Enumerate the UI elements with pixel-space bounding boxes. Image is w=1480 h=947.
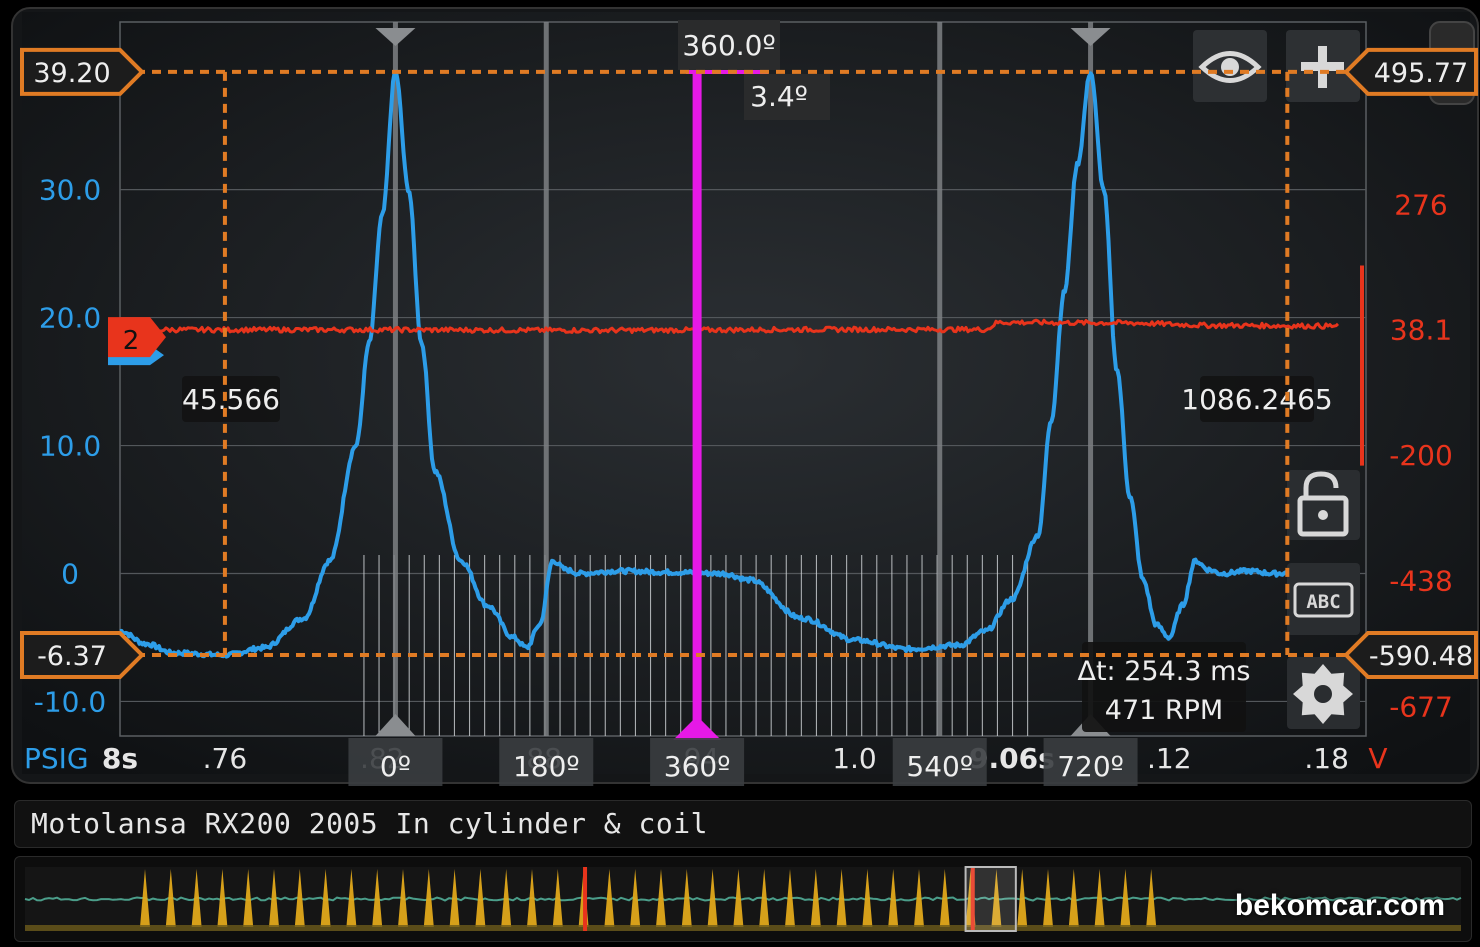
overview-window[interactable] <box>964 866 1017 932</box>
angle-marker-label: 720º <box>1057 750 1124 783</box>
angle-marker-label: 0º <box>380 750 411 783</box>
ruler-right-bottom-label: -590.48 <box>1369 641 1473 672</box>
trace-title-bar[interactable]: Motolansa RX200 2005 In cylinder & coil <box>14 800 1472 848</box>
left-axis-tick: -10.0 <box>34 685 106 718</box>
right-axis-unit: V <box>1368 742 1387 775</box>
angle-marker-label: 360º <box>664 750 731 783</box>
angle-marker-label: 540º <box>906 750 973 783</box>
x-axis-tick: .12 <box>1147 742 1192 775</box>
abc-label: ABC <box>1306 591 1340 613</box>
watermark: bekomcar.com <box>1234 889 1445 922</box>
gear-icon <box>1293 664 1353 724</box>
add-channel-button[interactable] <box>1286 30 1360 102</box>
ruler-left-top-label: 39.20 <box>33 58 110 89</box>
x-axis-tick: 1.0 <box>832 742 877 775</box>
ruler-right-bottom[interactable]: -590.48 <box>1343 631 1478 680</box>
ruler-right-top-label: 495.77 <box>1374 58 1468 89</box>
angle-marker-label: 180º <box>513 750 580 783</box>
ruler-left-bottom[interactable]: -6.37 <box>20 631 145 680</box>
lock-button[interactable] <box>1287 470 1360 540</box>
right-axis-tick: -438 <box>1389 565 1453 598</box>
right-value-readout: 1086.2465 <box>1181 383 1332 416</box>
left-axis-tick: 30.0 <box>39 174 101 207</box>
delta-rpm: 471 RPM <box>1105 695 1223 726</box>
left-axis-tick: 20.0 <box>39 302 101 335</box>
ruler-left-top[interactable]: 39.20 <box>20 47 145 96</box>
angle-marker-540º[interactable]: 540º <box>892 738 987 786</box>
right-axis-tick: 276 <box>1394 188 1447 221</box>
right-axis-tick: 38.1 <box>1390 314 1452 347</box>
cursor-sub-label: 3.4º <box>750 80 808 113</box>
gear-hole <box>1314 685 1332 703</box>
overview-floor <box>25 925 1461 931</box>
cursor-top-label: 360.0º <box>682 29 775 62</box>
x-axis-tick: 8s <box>102 742 138 775</box>
angle-marker-180º[interactable]: 180º <box>499 738 594 786</box>
overview-strip[interactable]: bekomcar.com <box>14 856 1472 942</box>
angle-marker-360º[interactable]: 360º <box>650 738 745 786</box>
ruler-right-top[interactable]: 495.77 <box>1343 47 1478 96</box>
left-value-readout: 45.566 <box>182 383 280 416</box>
eye-button[interactable] <box>1193 30 1267 102</box>
angle-marker-0º[interactable]: 0º <box>348 738 443 786</box>
text-label-button[interactable]: ABC <box>1287 563 1360 635</box>
x-axis-tick: .18 <box>1304 742 1349 775</box>
channel-2-marker-label: 2 <box>123 326 140 356</box>
right-axis-tick: -677 <box>1389 690 1453 723</box>
right-axis-tick: -200 <box>1389 439 1453 472</box>
left-axis-tick: 0 <box>61 557 79 590</box>
left-axis-tick: 10.0 <box>39 430 101 463</box>
settings-button[interactable] <box>1287 657 1360 729</box>
angle-marker-720º[interactable]: 720º <box>1043 738 1138 786</box>
delta-time: Δt: 254.3 ms <box>1078 656 1251 687</box>
x-axis-tick: .76 <box>203 742 248 775</box>
trace-title: Motolansa RX200 2005 In cylinder & coil <box>31 807 708 840</box>
ruler-left-bottom-label: -6.37 <box>37 641 107 672</box>
left-axis-unit: PSIG <box>24 742 89 775</box>
